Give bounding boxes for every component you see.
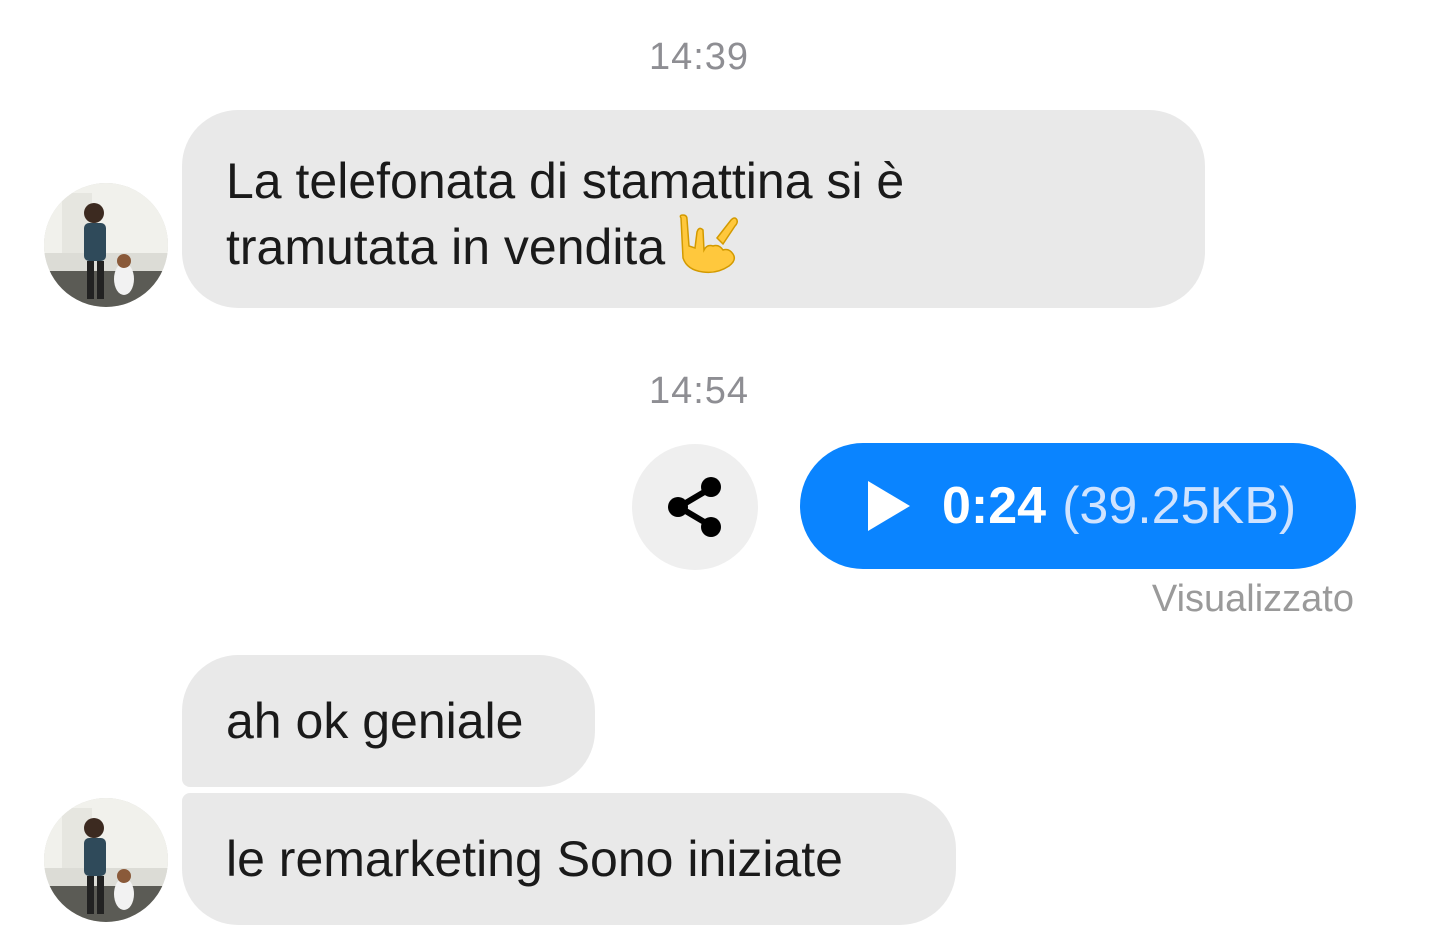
message-bubble-incoming[interactable]: le remarketing Sono iniziate	[182, 793, 956, 925]
audio-duration: 0:24	[942, 477, 1047, 535]
message-text: tramutata in vendita	[226, 214, 1205, 280]
share-button[interactable]	[632, 444, 758, 570]
message-bubble-incoming[interactable]: ah ok geniale	[182, 655, 595, 787]
avatar-photo-icon	[44, 183, 168, 307]
message-text: le remarketing Sono iniziate	[226, 831, 843, 887]
seen-status: Visualizzato	[1151, 578, 1354, 620]
sign-of-the-horns-icon	[679, 214, 739, 274]
chat-thread: 14:39 La telefonata di stamattina si è t…	[0, 0, 1440, 935]
avatar[interactable]	[44, 183, 168, 307]
audio-file-size: (39.25KB)	[1062, 477, 1297, 535]
play-icon[interactable]	[868, 481, 910, 531]
audio-message-bubble[interactable]: 0:24 (39.25KB)	[800, 443, 1356, 569]
message-text-line: tramutata in vendita	[226, 219, 666, 275]
avatar[interactable]	[44, 798, 168, 922]
timestamp: 14:39	[648, 36, 750, 78]
timestamp: 14:54	[648, 370, 750, 412]
avatar-photo-icon	[44, 798, 168, 922]
message-bubble-incoming[interactable]: La telefonata di stamattina si è tramuta…	[182, 110, 1205, 308]
message-text: ah ok geniale	[226, 693, 524, 749]
share-icon	[668, 477, 721, 537]
message-text: La telefonata di stamattina si è	[226, 153, 905, 209]
